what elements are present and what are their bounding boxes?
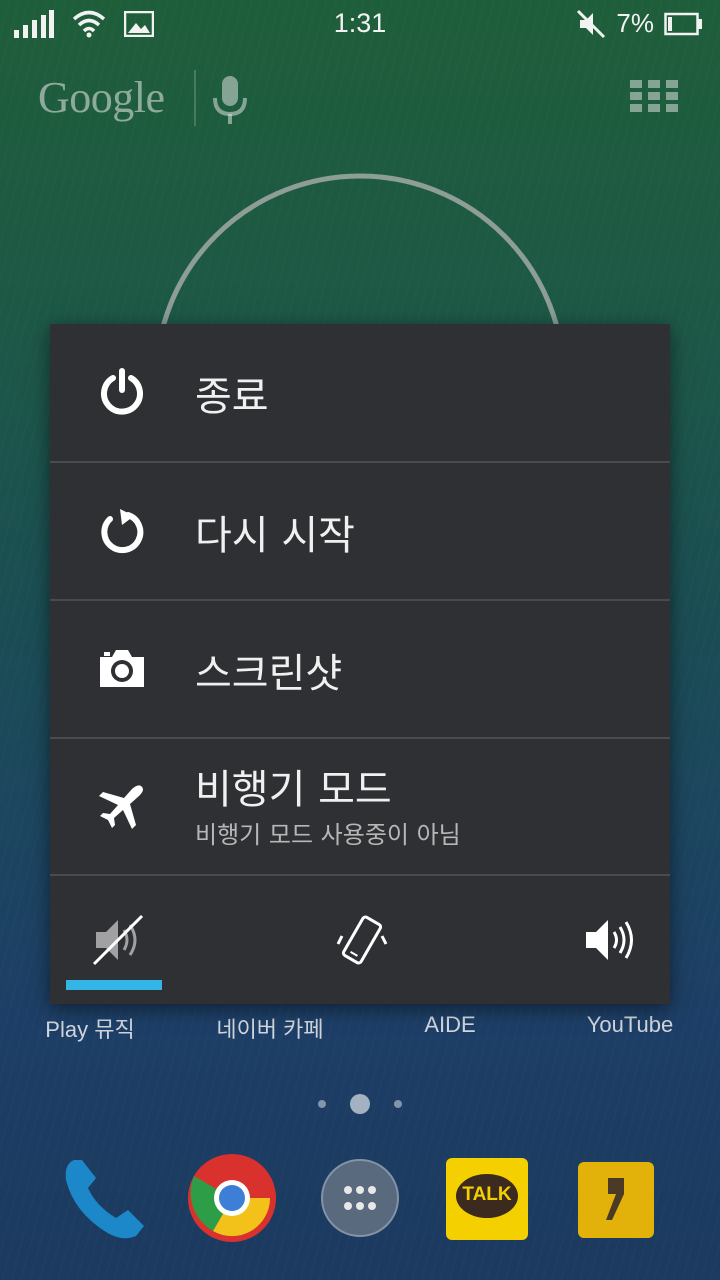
home-app-labels: Play 뮤직 네이버 카페 AIDE YouTube: [0, 1012, 720, 1046]
airplane-icon: [99, 785, 143, 829]
menu-item-power-off[interactable]: 종료: [50, 324, 670, 461]
google-search-bar[interactable]: Google: [38, 66, 688, 136]
menu-item-label: 다시 시작: [195, 513, 355, 559]
sound-mode-row: [50, 876, 670, 1004]
menu-item-label: 스크린샷: [195, 651, 343, 697]
menu-item-sublabel: 비행기 모드 사용중이 아님: [195, 821, 461, 849]
search-divider: [194, 70, 196, 126]
kakaotalk-label: TALK: [462, 1184, 512, 1205]
app-drawer-icon[interactable]: [312, 1150, 408, 1246]
apps-grid-icon[interactable]: [630, 80, 678, 112]
app-label-aide[interactable]: AIDE: [360, 1012, 540, 1038]
kakaotalk-icon[interactable]: TALK: [446, 1158, 528, 1240]
phone-icon[interactable]: [56, 1150, 152, 1246]
status-bar: 1:31 7%: [0, 0, 720, 50]
power-menu-dialog: 종료 다시 시작 스크린샷 비행기 모드 비행기 모드 사용중이 아님: [50, 324, 670, 1004]
chrome-icon[interactable]: [184, 1150, 280, 1246]
kakaostory-quote-icon: [606, 1178, 624, 1220]
dock: TALK: [0, 1150, 720, 1250]
page-dot: [318, 1100, 326, 1108]
app-label-youtube[interactable]: YouTube: [540, 1012, 720, 1038]
google-logo: Google: [38, 73, 165, 122]
silent-icon[interactable]: [88, 910, 148, 970]
menu-item-label: 종료: [195, 374, 269, 420]
app-label-play-music[interactable]: Play 뮤직: [0, 1012, 180, 1044]
app-label-naver-cafe[interactable]: 네이버 카페: [180, 1012, 360, 1044]
battery-percent: 7%: [616, 8, 654, 38]
page-indicator: [0, 1094, 720, 1114]
vibrate-icon[interactable]: [332, 910, 392, 970]
restart-icon: [101, 509, 144, 554]
menu-item-screenshot[interactable]: 스크린샷: [50, 601, 670, 738]
camera-icon: [100, 650, 144, 687]
menu-item-label: 비행기 모드: [195, 767, 392, 813]
mic-icon[interactable]: [210, 74, 250, 128]
page-dot: [394, 1100, 402, 1108]
mute-icon: [577, 9, 606, 38]
selected-sound-mode-indicator: [66, 980, 162, 990]
kakaostory-icon[interactable]: [578, 1162, 654, 1238]
menu-item-restart[interactable]: 다시 시작: [50, 463, 670, 600]
power-icon: [101, 368, 143, 415]
battery-icon: [664, 12, 702, 35]
sound-on-icon[interactable]: [578, 910, 638, 970]
menu-item-airplane-mode[interactable]: 비행기 모드 비행기 모드 사용중이 아님: [50, 739, 670, 876]
page-dot-current: [350, 1094, 370, 1114]
